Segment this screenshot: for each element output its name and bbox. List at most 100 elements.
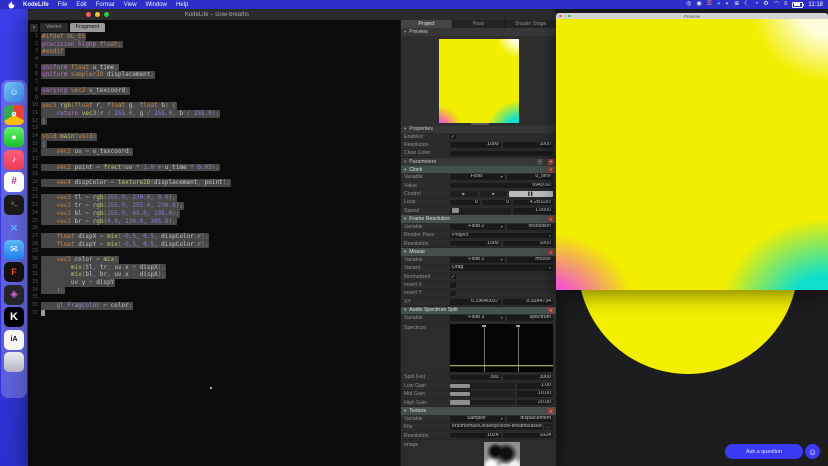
- parameters-section-header[interactable]: ▾ Parameters + ▾: [401, 158, 556, 166]
- split-hz-field[interactable]: 3000: [503, 375, 554, 381]
- code-text[interactable]: #endif: [41, 48, 65, 56]
- code-text[interactable]: [41, 310, 45, 318]
- code-text[interactable]: }: [41, 118, 47, 126]
- speed-slider[interactable]: [450, 208, 511, 214]
- loop-field[interactable]: 0: [482, 200, 512, 206]
- resolution-field[interactable]: 1000: [450, 142, 501, 148]
- menu-item-kodelife[interactable]: KodeLife: [23, 2, 49, 8]
- xy-field[interactable]: 0.3384734: [503, 299, 554, 305]
- low-gain-field[interactable]: 1.00: [517, 383, 553, 389]
- dock-item-terminal[interactable]: >_: [4, 195, 24, 215]
- resolution-field[interactable]: 1000: [503, 241, 554, 247]
- menu-item-file[interactable]: File: [58, 2, 68, 8]
- code-text[interactable]: {: [41, 141, 47, 149]
- code-text[interactable]: vec4 dispColor = texture2D(displacement,…: [41, 179, 231, 187]
- file-field[interactable]: ers/thomas/Desktop/slow-breaths/assets/d…: [450, 424, 542, 430]
- slider-handle[interactable]: [450, 400, 470, 405]
- resolution-field[interactable]: 1000: [450, 241, 501, 247]
- code-text[interactable]: vec3 br = rgb(0.0, 230.0, 205.0);: [41, 218, 177, 226]
- dock-item-ia-writer[interactable]: iA: [4, 330, 24, 350]
- variable-field[interactable]: displacement: [507, 416, 553, 422]
- window-titlebar[interactable]: KodeLife – slow-breaths: [28, 9, 556, 20]
- battery-icon[interactable]: [792, 2, 803, 8]
- menu-item-view[interactable]: View: [124, 2, 137, 8]
- variable-field[interactable]: mouse: [507, 257, 553, 263]
- editor-tab-fragment[interactable]: Fragment: [70, 23, 106, 32]
- panel-tab-shader-stage[interactable]: Shader Stage: [505, 20, 556, 28]
- stats-icon[interactable]: ☰: [707, 0, 712, 9]
- code-text[interactable]: vec3 color = mix(: [41, 256, 119, 264]
- code-text[interactable]: uniform sampler2D displacement;: [41, 71, 155, 79]
- display-icon[interactable]: ◎: [686, 0, 691, 9]
- dock-item-figma[interactable]: F: [4, 262, 24, 282]
- param-section-mouse[interactable]: ▾Mouse×: [401, 248, 556, 256]
- resolution-field[interactable]: 1024: [450, 433, 501, 439]
- param-section-audio-spectrum-split[interactable]: ▾Audio Spectrum Split×: [401, 307, 556, 315]
- menu-item-window[interactable]: Window: [146, 2, 167, 8]
- resolution-field[interactable]: 1024: [503, 433, 554, 439]
- code-text[interactable]: vec2 uv = v_texcoord;: [41, 148, 133, 156]
- do-not-disturb-icon[interactable]: ☾: [744, 0, 749, 9]
- texture-thumbnail[interactable]: [484, 442, 520, 466]
- normalized-checkbox[interactable]: ✓: [450, 274, 456, 280]
- code-text[interactable]: varying vec2 v_texcoord;: [41, 87, 130, 95]
- apple-menu-icon[interactable]: [6, 1, 16, 9]
- dock-item-slack[interactable]: #: [4, 172, 24, 192]
- shader-preview-thumbnail[interactable]: [439, 39, 519, 123]
- preview-section-header[interactable]: ▾ Preview: [401, 28, 556, 36]
- variable-dropdown[interactable]: Sampler▾: [450, 416, 505, 422]
- split-hz-field[interactable]: 300: [450, 375, 501, 381]
- mid-gain-field[interactable]: 10.00: [517, 391, 553, 397]
- split-marker-high[interactable]: [518, 326, 519, 372]
- code-text[interactable]: #ifdef GL_ES: [41, 33, 86, 41]
- loop-field[interactable]: 0: [450, 200, 480, 206]
- code-text[interactable]: vec2 point = fract(uv * 1.0 + u_time * 0…: [41, 164, 220, 172]
- properties-section-header[interactable]: ▾ Properties: [401, 126, 556, 134]
- low-gain-slider[interactable]: [450, 383, 515, 389]
- clock-status-icon[interactable]: ◔: [755, 0, 759, 9]
- invert-x-checkbox[interactable]: [450, 282, 456, 288]
- assistant-avatar-button[interactable]: ☺: [805, 444, 820, 459]
- clear-color-field[interactable]: [450, 151, 553, 157]
- dock-item-finder[interactable]: ☺: [4, 82, 24, 102]
- stop-button[interactable]: ■: [480, 191, 508, 197]
- dock-item-messages[interactable]: ●: [4, 127, 24, 147]
- variable-dropdown[interactable]: Float 2▾: [450, 257, 505, 263]
- add-parameter-button[interactable]: +: [537, 159, 543, 165]
- preview-scrollbar[interactable]: [471, 123, 489, 125]
- variable-dropdown[interactable]: Float 2▾: [450, 224, 505, 230]
- dock-item-music[interactable]: ♪: [4, 150, 24, 170]
- resolution-field[interactable]: 1000: [503, 142, 554, 148]
- browse-file-button[interactable]: …: [544, 424, 553, 430]
- code-text[interactable]: mix(bl, br, uv.x - dispX),: [41, 271, 166, 279]
- preview-window-titlebar[interactable]: Preview: [556, 13, 828, 19]
- settings-status-icon[interactable]: ⚙: [763, 0, 768, 9]
- dock-item-media-app[interactable]: ◈: [4, 285, 24, 305]
- render-pass-dropdown[interactable]: Project▾: [450, 233, 553, 239]
- invert-y-checkbox[interactable]: [450, 291, 456, 297]
- variable-field[interactable]: u_time: [507, 174, 553, 180]
- code-text[interactable]: mix(tl, tr, uv.x + dispX),: [41, 264, 166, 272]
- menu-clock[interactable]: 11:18: [808, 2, 823, 8]
- screen-record-icon[interactable]: ◉: [696, 0, 701, 9]
- variable-field[interactable]: resolution: [507, 224, 553, 230]
- menu-item-edit[interactable]: Edit: [76, 2, 86, 8]
- code-text[interactable]: float dispY = mix(-0.5, 0.5, dispColor.r…: [41, 241, 209, 249]
- variable-dropdown[interactable]: Float▾: [450, 174, 505, 180]
- menu-item-format[interactable]: Format: [96, 2, 115, 8]
- spectrum-display[interactable]: [450, 324, 553, 372]
- variable-field[interactable]: spectrum: [507, 315, 553, 321]
- remove-parameter-button[interactable]: ×: [548, 249, 554, 255]
- variant-dropdown[interactable]: Drag▾: [450, 265, 553, 271]
- code-text[interactable]: vec3 bl = rgb(255.0, 95.0, 195.0);: [41, 210, 180, 218]
- code-text[interactable]: void main(void): [41, 133, 97, 141]
- dock-item-chrome[interactable]: ●: [4, 105, 24, 125]
- xy-field[interactable]: 0.19640037: [450, 299, 501, 305]
- contrast-icon[interactable]: ◐: [726, 0, 730, 9]
- pause-button[interactable]: ▌▌: [509, 191, 553, 197]
- code-text[interactable]: gl_FragColor = color;: [41, 302, 133, 310]
- code-text[interactable]: vec3 tr = rgb(255.0, 255.0, 230.0);: [41, 202, 184, 210]
- control-center-icon[interactable]: ≡: [784, 0, 788, 9]
- menu-item-help[interactable]: Help: [176, 2, 188, 8]
- code-text[interactable]: float dispX = mix(-0.5, 0.5, dispColor.r…: [41, 233, 209, 241]
